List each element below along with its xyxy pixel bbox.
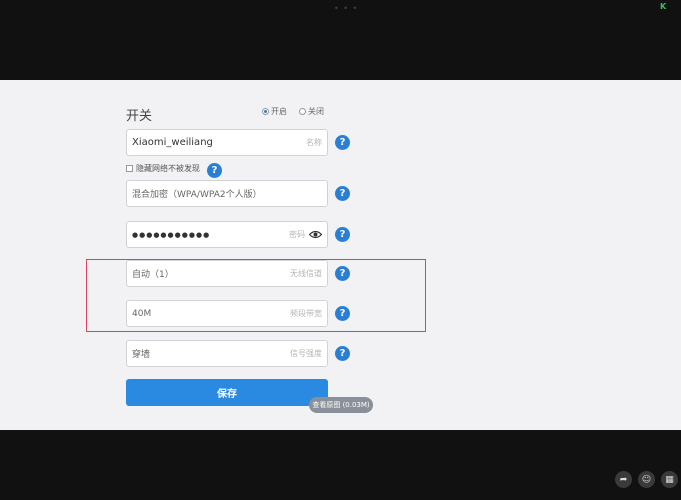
help-icon[interactable]: ? (335, 306, 350, 321)
wifi-settings-panel (0, 80, 681, 430)
view-original-button[interactable]: 查看原图 (0.03M) (309, 397, 373, 413)
password-input[interactable]: ●●●●●●●●●●● 密码 (126, 221, 328, 248)
ssid-input[interactable]: Xiaomi_weiliang 名称 (126, 129, 328, 156)
save-button[interactable]: 保存 (126, 379, 328, 406)
radio-on-dot (262, 108, 269, 115)
radio-on-label: 开启 (271, 107, 287, 116)
bandwidth-select[interactable]: 40M 频段带宽 (126, 300, 328, 327)
corner-icon: K (660, 2, 667, 11)
radio-off[interactable]: 关闭 (299, 106, 324, 117)
help-icon[interactable]: ? (335, 266, 350, 281)
password-value: ●●●●●●●●●●● (132, 230, 211, 239)
radio-off-label: 关闭 (308, 107, 324, 116)
ssid-placeholder: 名称 (306, 138, 322, 147)
bandwidth-placeholder: 频段带宽 (290, 309, 322, 318)
channel-placeholder: 无线信道 (290, 269, 322, 278)
help-icon[interactable]: ? (207, 163, 222, 178)
share-icon[interactable]: ➦ (615, 471, 632, 488)
help-icon[interactable]: ? (335, 227, 350, 242)
help-icon[interactable]: ? (335, 135, 350, 150)
emoji-icon[interactable]: ☺ (638, 471, 655, 488)
hide-network-checkbox[interactable]: 隐藏网络不被发现 (126, 163, 200, 174)
bandwidth-value: 40M (132, 308, 152, 319)
top-indicator: • • • (334, 4, 359, 13)
eye-icon[interactable] (309, 230, 322, 239)
radio-on[interactable]: 开启 (262, 106, 287, 117)
ssid-value: Xiaomi_weiliang (132, 137, 213, 148)
signal-placeholder: 信号强度 (290, 349, 322, 358)
radio-off-dot (299, 108, 306, 115)
checkbox-box[interactable] (126, 165, 133, 172)
help-icon[interactable]: ? (335, 346, 350, 361)
switch-label: 开关 (126, 109, 153, 124)
encryption-select[interactable]: 混合加密（WPA/WPA2个人版） (126, 180, 328, 207)
encryption-value: 混合加密（WPA/WPA2个人版） (132, 190, 262, 200)
grid-icon[interactable]: ▦ (661, 471, 678, 488)
viewer-toolbar: ➦ ☺ ▦ (615, 471, 678, 488)
signal-value: 穿墙 (132, 350, 151, 360)
switch-radio-group: 开启 关闭 (262, 106, 324, 117)
help-icon[interactable]: ? (335, 186, 350, 201)
hide-network-label: 隐藏网络不被发现 (136, 164, 200, 173)
password-placeholder: 密码 (289, 230, 305, 239)
channel-value: 自动（1） (132, 270, 174, 280)
signal-select[interactable]: 穿墙 信号强度 (126, 340, 328, 367)
channel-select[interactable]: 自动（1） 无线信道 (126, 260, 328, 287)
